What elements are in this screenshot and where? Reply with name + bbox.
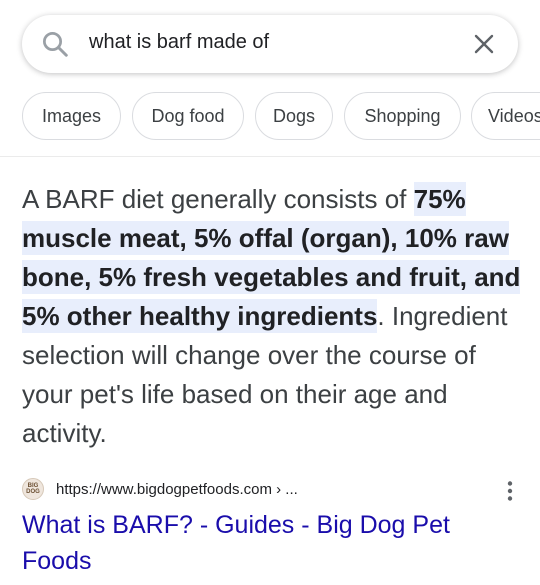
chip-videos[interactable]: Videos [471,92,540,140]
snippet-lead: A BARF diet generally consists of [22,184,414,214]
divider [0,156,540,157]
filter-chips: Images Dog food Dogs Shopping Videos [22,92,540,140]
featured-snippet-text: A BARF diet generally consists of 75% mu… [22,180,522,453]
result-title-link[interactable]: What is BARF? - Guides - Big Dog Pet Foo… [22,507,522,579]
site-favicon: BIG DOG [22,478,44,500]
chip-images[interactable]: Images [22,92,121,140]
source-row[interactable]: BIG DOG https://www.bigdogpetfoods.com ›… [22,477,298,501]
chip-shopping[interactable]: Shopping [344,92,461,140]
search-icon[interactable] [40,29,70,59]
source-url[interactable]: https://www.bigdogpetfoods.com › ... [56,481,298,498]
chip-dog-food[interactable]: Dog food [132,92,244,140]
chip-dogs[interactable]: Dogs [255,92,333,140]
more-vert-icon[interactable] [500,480,520,502]
close-icon[interactable] [472,32,496,56]
search-input[interactable]: what is barf made of [89,31,269,54]
